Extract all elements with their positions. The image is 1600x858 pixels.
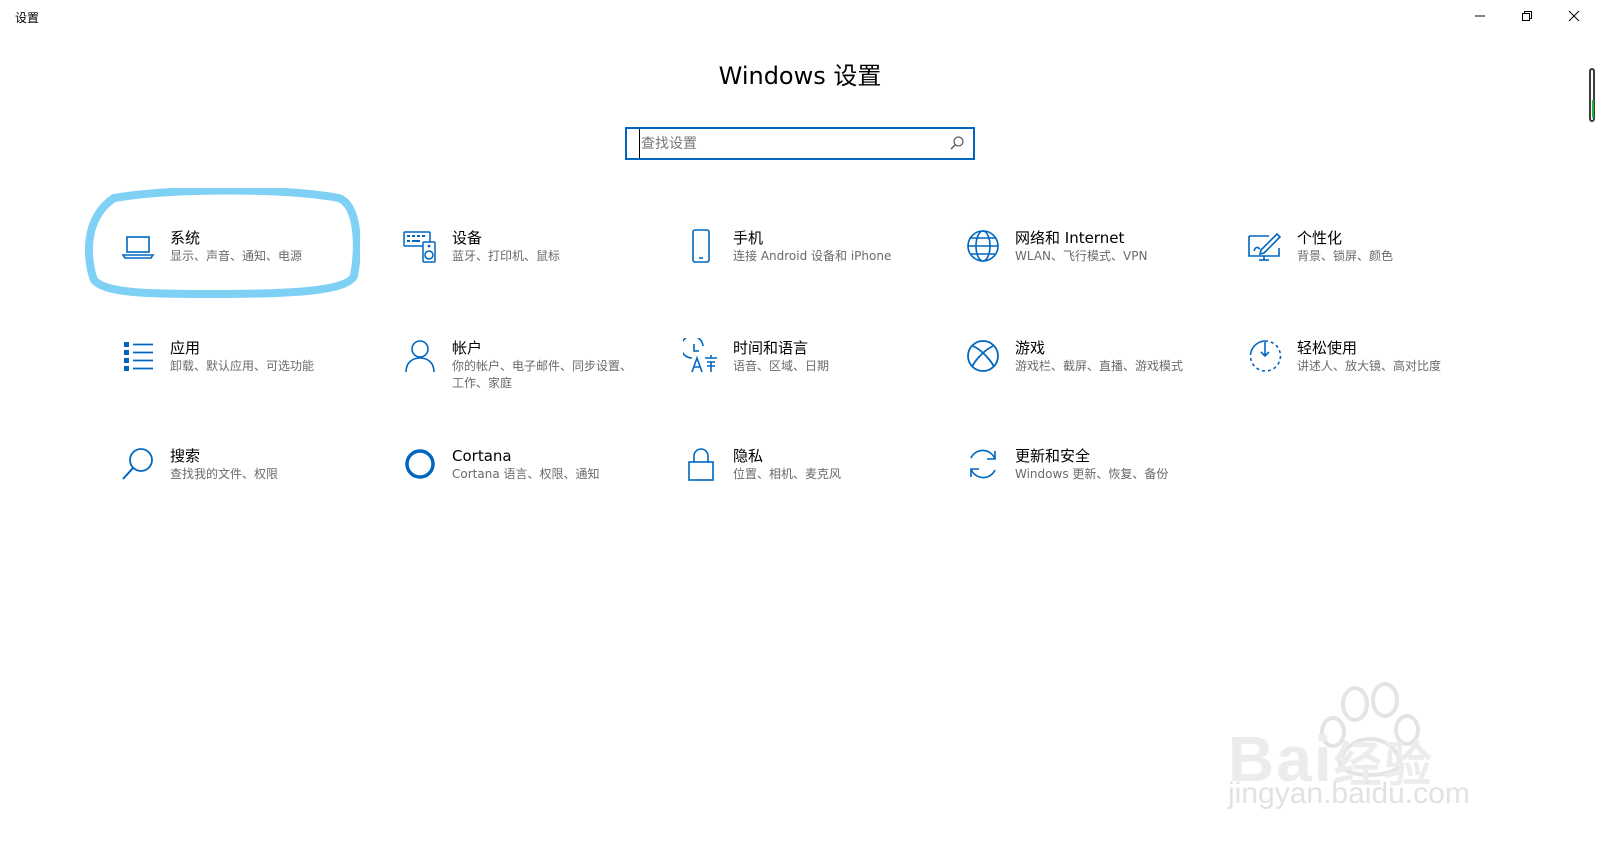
tile-privacy[interactable]: 隐私 位置、相机、麦克风	[681, 444, 941, 514]
search-icon[interactable]	[949, 135, 965, 151]
xbox-icon	[963, 336, 1003, 376]
tile-name: 个性化	[1297, 229, 1343, 247]
lock-icon	[681, 444, 721, 484]
tile-description: 显示、声音、通知、电源	[170, 249, 303, 263]
phone-icon	[681, 226, 721, 266]
tile-cortana[interactable]: Cortana Cortana 语言、权限、通知	[400, 444, 660, 514]
search-box[interactable]	[625, 127, 975, 160]
tile-network[interactable]: 网络和 Internet WLAN、飞行模式、VPN	[963, 226, 1223, 296]
tile-description: 游戏栏、截屏、直播、游戏模式	[1015, 359, 1184, 373]
keyboard-speaker-icon	[400, 226, 440, 266]
tile-description: WLAN、飞行模式、VPN	[1015, 249, 1148, 263]
tile-name: Cortana	[452, 447, 512, 465]
tile-accounts[interactable]: 帐户 你的帐户、电子邮件、同步设置、工作、家庭	[400, 336, 660, 406]
tile-ease-of-access[interactable]: 轻松使用 讲述人、放大镜、高对比度	[1245, 336, 1505, 406]
tile-name: 隐私	[733, 447, 764, 465]
time-language-icon	[681, 336, 721, 376]
tile-description: 查找我的文件、权限	[170, 467, 279, 481]
tile-name: 网络和 Internet	[1015, 229, 1125, 247]
tile-name: 游戏	[1015, 339, 1046, 357]
ease-of-access-icon	[1245, 336, 1285, 376]
tile-name: 应用	[170, 339, 201, 357]
tile-name: 设备	[452, 229, 483, 247]
tile-devices[interactable]: 设备 蓝牙、打印机、鼠标	[400, 226, 660, 296]
close-icon	[1568, 10, 1580, 22]
scroll-thumb[interactable]	[1592, 100, 1594, 118]
minimize-button[interactable]	[1457, 0, 1503, 32]
tile-description: 语音、区域、日期	[733, 359, 830, 373]
tile-apps[interactable]: 应用 卸载、默认应用、可选功能	[118, 336, 378, 406]
tile-description: 你的帐户、电子邮件、同步设置、工作、家庭	[452, 359, 633, 390]
tile-description: Cortana 语言、权限、通知	[452, 467, 600, 481]
tile-name: 系统	[170, 229, 201, 247]
tile-name: 更新和安全	[1015, 447, 1091, 465]
window-title: 设置	[15, 11, 40, 25]
search-icon	[118, 444, 158, 484]
tile-phone[interactable]: 手机 连接 Android 设备和 iPhone	[681, 226, 941, 296]
settings-window: 设置 Windows 设置 查找设置 系统 显示、声音、通知、电源 设备 蓝牙、…	[0, 0, 1600, 858]
tile-system[interactable]: 系统 显示、声音、通知、电源	[118, 226, 378, 296]
tile-gaming[interactable]: 游戏 游戏栏、截屏、直播、游戏模式	[963, 336, 1223, 406]
tile-description: 背景、锁屏、颜色	[1297, 249, 1394, 263]
tile-update-security[interactable]: 更新和安全 Windows 更新、恢复、备份	[963, 444, 1223, 514]
tile-name: 搜索	[170, 447, 201, 465]
restore-icon	[1522, 11, 1532, 21]
tile-name: 时间和语言	[733, 339, 809, 357]
scrollbar[interactable]	[1589, 68, 1595, 122]
search-input[interactable]	[639, 129, 951, 158]
paint-pen-icon	[1245, 226, 1285, 266]
tile-description: Windows 更新、恢复、备份	[1015, 467, 1169, 481]
tile-search[interactable]: 搜索 查找我的文件、权限	[118, 444, 378, 514]
tile-description: 位置、相机、麦克风	[733, 467, 842, 481]
globe-icon	[963, 226, 1003, 266]
title-bar: 设置	[0, 0, 1600, 32]
laptop-icon	[118, 226, 158, 266]
person-icon	[400, 336, 440, 376]
tile-description: 连接 Android 设备和 iPhone	[733, 249, 892, 263]
tile-name: 轻松使用	[1297, 339, 1358, 357]
watermark-domain: jingyan.baidu.com	[1228, 777, 1470, 810]
tile-description: 卸载、默认应用、可选功能	[170, 359, 315, 373]
tile-name: 帐户	[452, 339, 483, 357]
minimize-icon	[1475, 15, 1485, 17]
tile-description: 蓝牙、打印机、鼠标	[452, 249, 561, 263]
tile-description: 讲述人、放大镜、高对比度	[1297, 359, 1442, 373]
cortana-icon	[400, 444, 440, 484]
tile-time-language[interactable]: 时间和语言 语音、区域、日期	[681, 336, 941, 406]
tile-name: 手机	[733, 229, 764, 247]
tile-personalization[interactable]: 个性化 背景、锁屏、颜色	[1245, 226, 1505, 296]
refresh-icon	[963, 444, 1003, 484]
restore-button[interactable]	[1504, 0, 1550, 32]
apps-list-icon	[118, 336, 158, 376]
page-title: Windows 设置	[718, 62, 882, 90]
close-button[interactable]	[1551, 0, 1597, 32]
